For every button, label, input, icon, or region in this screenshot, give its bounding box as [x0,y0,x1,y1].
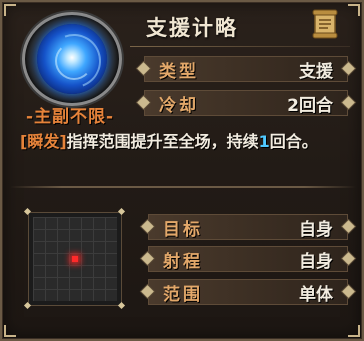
row-diamond [342,285,355,298]
stat-label: 类型 [159,61,199,82]
range-row-area: 范围 单体 [141,279,355,305]
description-text: 指挥范围提升至全场，持续 [66,132,259,151]
section-divider [10,186,356,188]
range-value: 单体 [299,284,333,305]
skill-tooltip-panel: -主副不限- 支援计略 类型 支援 冷却 2回合 [瞬发]指挥范围提升至全场，持… [0,0,364,341]
corner-ornament [4,4,16,16]
stat-row-type: 类型 支援 [137,56,355,82]
range-label: 射程 [163,251,203,272]
grid-corner-ornament [117,301,126,310]
row-diamond [137,96,150,109]
description-keyword: [瞬发] [20,132,67,151]
skill-icon-block: -主副不限- [16,10,124,127]
range-label: 范围 [163,284,203,305]
corner-ornament [348,4,360,16]
corner-ornament [4,325,16,337]
row-diamond [137,62,150,75]
range-row-distance: 射程 自身 [141,246,355,272]
row-diamond [342,220,355,233]
row-diamond [342,252,355,265]
skill-title: 支援计略 [146,16,238,40]
range-row-target: 目标 自身 [141,214,355,240]
stat-value: 支援 [299,61,333,82]
stat-value: 2回合 [287,95,333,116]
range-label: 目标 [163,219,203,240]
grid-center-marker [72,256,78,262]
scroll-icon[interactable] [310,8,340,40]
skill-description: [瞬发]指挥范围提升至全场，持续1回合。 [20,130,352,153]
stat-label: 冷却 [159,95,199,116]
row-diamond [342,62,355,75]
row-diamond [141,285,154,298]
skill-slot-tag: -主副不限- [25,106,115,127]
skill-orb-frame [22,12,122,106]
row-diamond [141,220,154,233]
range-grid-frame [28,212,122,306]
row-diamond [342,96,355,109]
description-number: 1 [258,132,270,151]
description-text-end: 回合。 [269,132,318,151]
range-value: 自身 [299,251,333,272]
header-divider [130,46,350,47]
orb-swirl-inner [55,42,93,80]
range-grid [33,217,117,301]
corner-ornament [348,325,360,337]
range-value: 自身 [299,219,333,240]
skill-orb-icon [37,24,110,97]
stat-row-cooldown: 冷却 2回合 [137,90,355,116]
row-diamond [141,252,154,265]
